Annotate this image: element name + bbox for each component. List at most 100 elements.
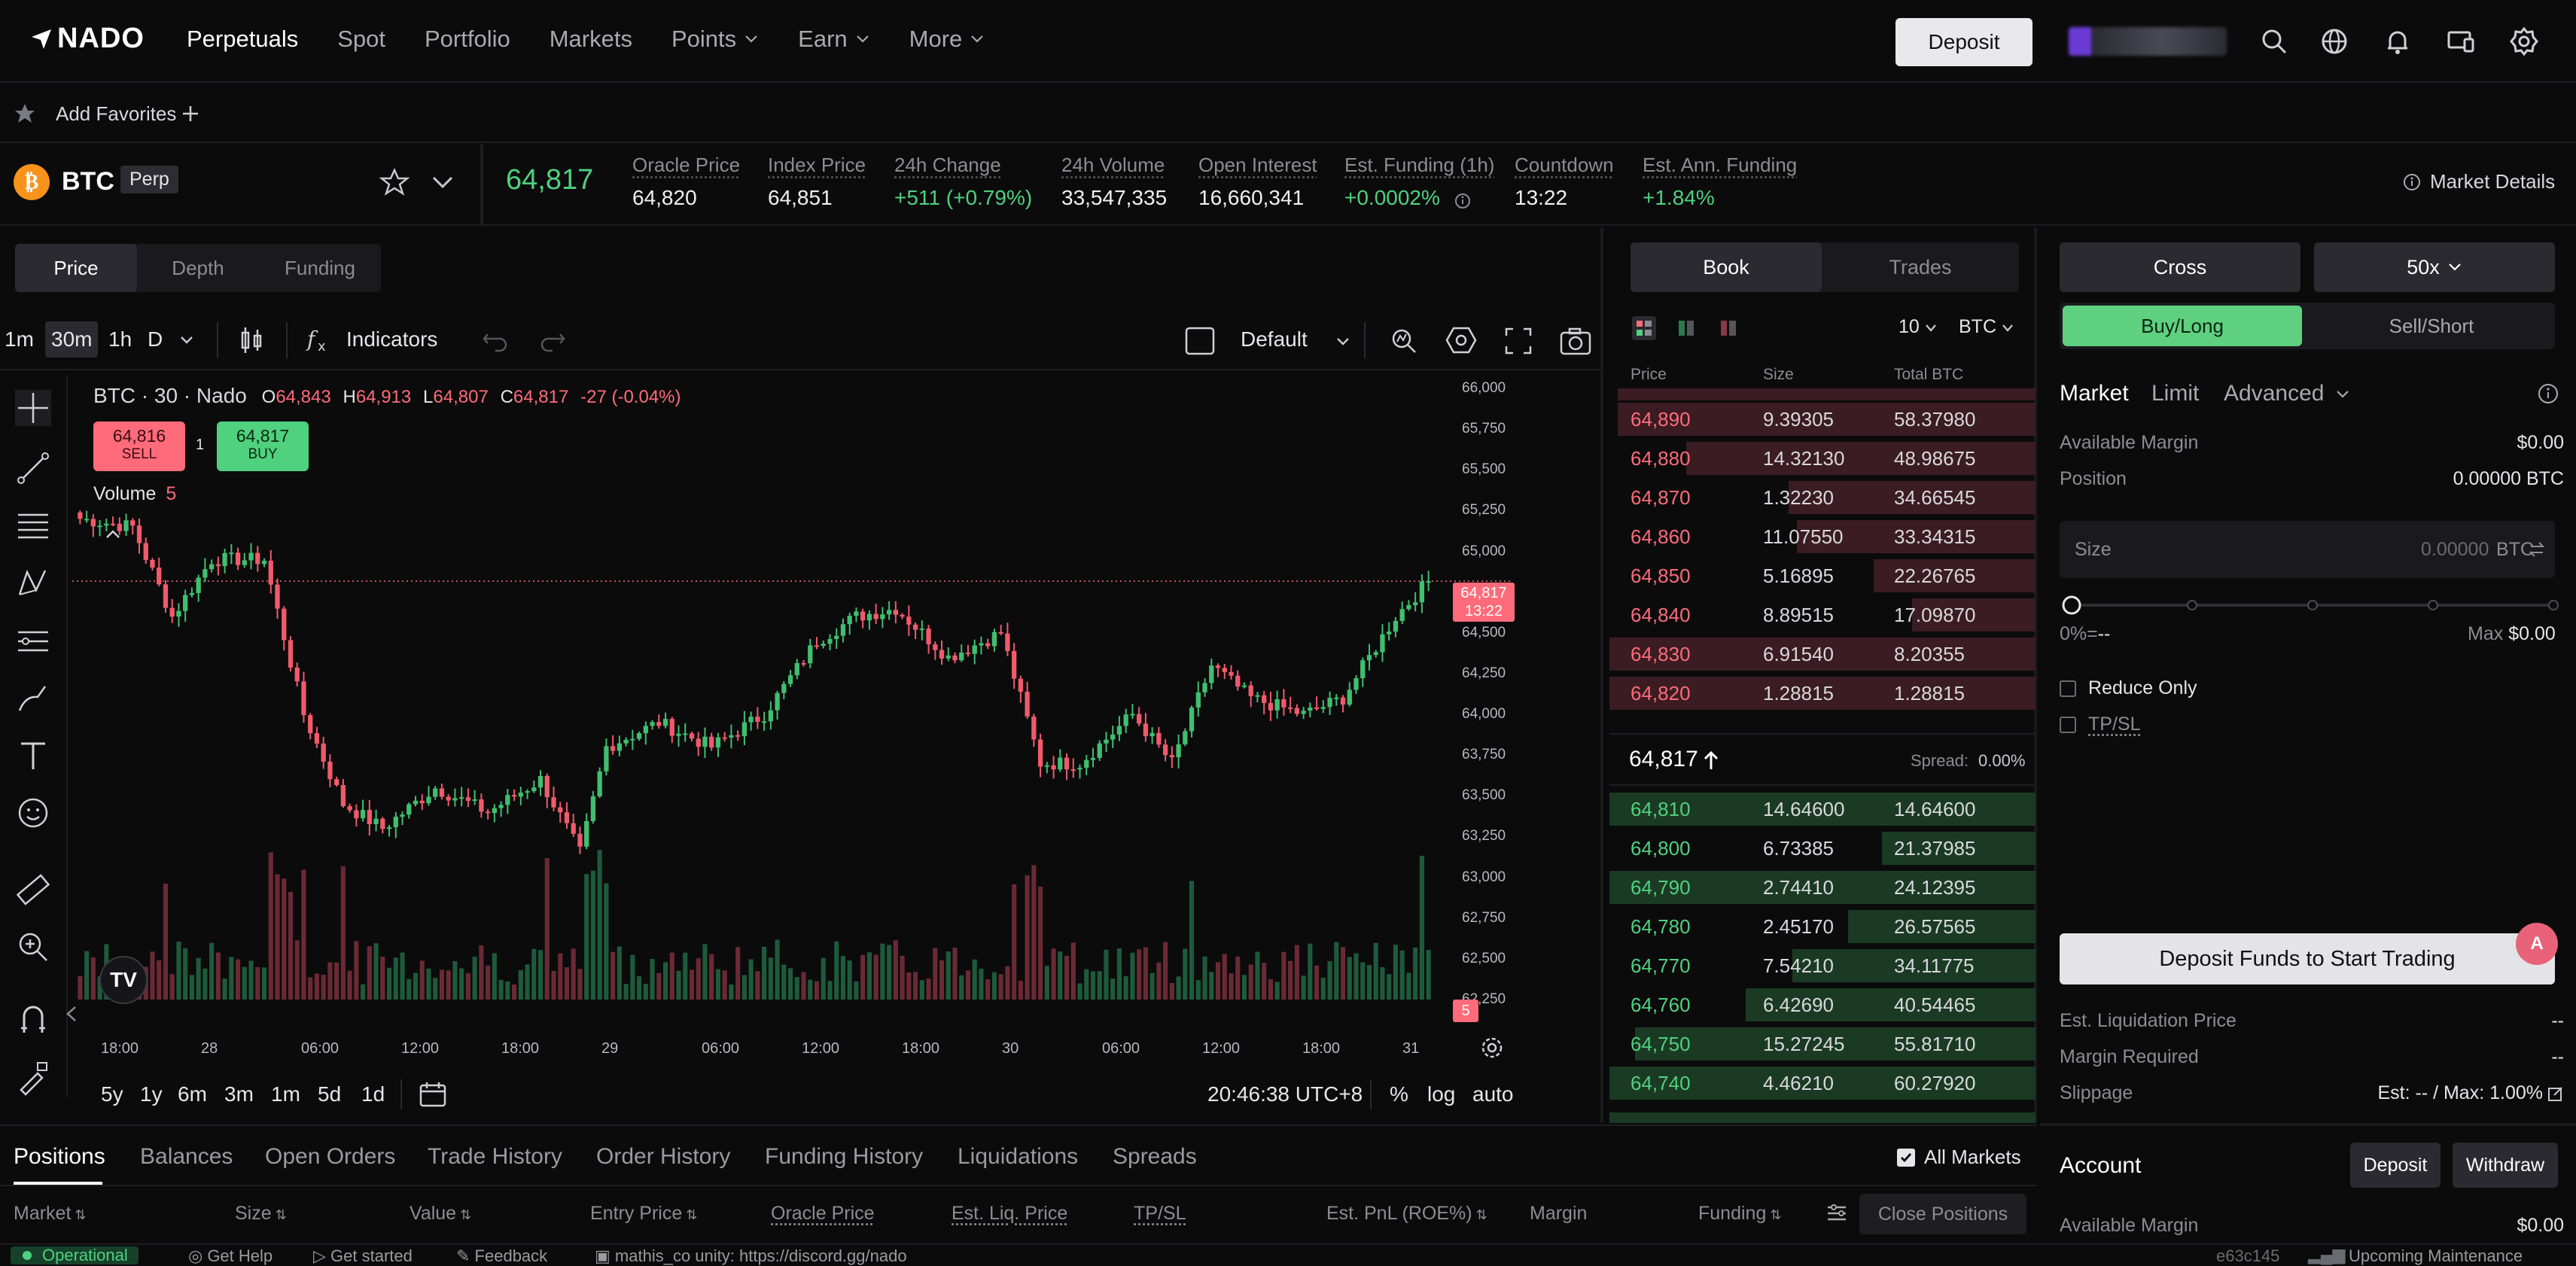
size-input[interactable]: Size 0.00000 BTC (2060, 521, 2555, 578)
indicators-button[interactable]: Indicators (346, 327, 437, 351)
redo-icon[interactable] (539, 328, 566, 352)
translate-widget-icon[interactable]: A (2516, 923, 2558, 965)
unit-chevron-icon[interactable] (2001, 322, 2014, 334)
tab-order-history[interactable]: Order History (596, 1144, 730, 1170)
sort-icon[interactable]: ⇅ (1766, 1207, 1781, 1222)
bid-row[interactable]: 64,780 2.45170 26.57565 (1609, 908, 2036, 945)
emoji-icon[interactable] (15, 795, 51, 831)
all-markets-checkbox[interactable]: All Markets (1897, 1146, 2021, 1169)
tab-book[interactable]: Book (1631, 242, 1822, 292)
tab-funding-history[interactable]: Funding History (765, 1144, 923, 1170)
reduce-only-box[interactable] (2060, 680, 2076, 697)
sort-icon[interactable]: ⇅ (456, 1207, 471, 1222)
sort-icon[interactable]: ⇅ (71, 1207, 86, 1222)
ask-row[interactable]: 64,870 1.32230 34.66545 (1609, 479, 2036, 516)
range-1y[interactable]: 1y (140, 1082, 163, 1106)
col-market[interactable]: Market ⇅ (14, 1203, 87, 1225)
account-deposit-button[interactable]: Deposit (2350, 1143, 2441, 1188)
percent-scale-toggle[interactable]: % (1390, 1082, 1408, 1106)
interval-1m[interactable]: 1m (5, 327, 34, 351)
edit-slippage-icon[interactable] (2547, 1085, 2564, 1102)
deposit-button[interactable]: Deposit (1895, 18, 2032, 66)
logo[interactable]: NADO (30, 23, 145, 55)
undo-icon[interactable] (482, 328, 509, 352)
wallet-address[interactable] (2069, 27, 2227, 56)
ruler-icon[interactable] (15, 872, 51, 908)
crosshair-icon[interactable] (15, 390, 51, 426)
gear-icon[interactable] (2508, 26, 2540, 57)
log-scale-toggle[interactable]: log (1427, 1082, 1455, 1106)
buy-long-button[interactable]: Buy/Long (2063, 306, 2302, 346)
range-5y[interactable]: 5y (101, 1082, 123, 1106)
layout-icon[interactable] (1185, 327, 1215, 355)
bid-row[interactable]: 64,790 2.74410 24.12395 (1609, 869, 2036, 906)
sort-icon[interactable]: ⇅ (682, 1207, 697, 1222)
range-5d[interactable]: 5d (318, 1082, 341, 1106)
interval-1h[interactable]: 1h (108, 327, 132, 351)
ask-row[interactable]: 64,880 14.32130 48.98675 (1609, 440, 2036, 477)
col-est-liq-price[interactable]: Est. Liq. Price (952, 1203, 1067, 1225)
tab-spreads[interactable]: Spreads (1113, 1144, 1197, 1170)
range-1m[interactable]: 1m (271, 1082, 300, 1106)
brush-icon[interactable] (15, 680, 51, 717)
filter-icon[interactable] (1825, 1201, 1849, 1225)
bid-row[interactable]: 64,810 14.64600 14.64600 (1609, 790, 2036, 828)
nav-spot[interactable]: Spot (337, 26, 385, 53)
ask-row[interactable]: 64,860 11.07550 33.34315 (1609, 518, 2036, 555)
size-slider[interactable] (2060, 595, 2564, 616)
ask-row[interactable]: 64,840 8.89515 17.09870 (1609, 596, 2036, 634)
col-est-pnl-roe[interactable]: Est. PnL (ROE%) ⇅ (1326, 1203, 1487, 1225)
col-margin[interactable]: Margin (1530, 1203, 1587, 1225)
indicators-icon[interactable]: fx (306, 325, 333, 355)
order-type-limit[interactable]: Limit (2151, 381, 2199, 406)
layout-select[interactable]: Default (1241, 327, 1308, 351)
all-markets-check-icon[interactable] (1897, 1148, 1915, 1167)
nav-markets[interactable]: Markets (550, 26, 632, 53)
slider-knob[interactable] (2062, 595, 2081, 615)
book-asks-icon[interactable] (1716, 316, 1740, 340)
swap-unit-icon[interactable] (2528, 540, 2546, 558)
book-both-icon[interactable] (1632, 316, 1656, 340)
margin-mode-button[interactable]: Cross (2060, 242, 2300, 292)
book-depth-select[interactable]: 10 (1899, 316, 1920, 338)
slider-stop[interactable] (2428, 600, 2438, 610)
interval-30m[interactable]: 30m (45, 321, 99, 358)
market-select-chevron-icon[interactable] (431, 173, 455, 191)
search-icon[interactable] (2258, 26, 2290, 57)
get-help-link[interactable]: ◎ Get Help (188, 1246, 273, 1266)
tab-trade-history[interactable]: Trade History (428, 1144, 562, 1170)
bid-row[interactable]: 64,750 15.27245 55.81710 (1609, 1025, 2036, 1063)
tab-liquidations[interactable]: Liquidations (958, 1144, 1078, 1170)
sort-icon[interactable]: ⇅ (272, 1207, 287, 1222)
scroll-left-icon[interactable] (65, 1004, 78, 1024)
quick-buy-button[interactable]: 64,817 BUY (217, 421, 309, 471)
globe-icon[interactable] (2319, 26, 2350, 57)
devices-icon[interactable] (2445, 26, 2477, 57)
layout-chevron-icon[interactable] (1335, 334, 1350, 349)
book-unit-select[interactable]: BTC (1959, 316, 1996, 338)
tab-open-orders[interactable]: Open Orders (265, 1144, 395, 1170)
chart-clock[interactable]: 20:46:38 UTC+8 (1207, 1082, 1363, 1106)
slider-stop[interactable] (2548, 600, 2559, 610)
trend-line-icon[interactable] (15, 450, 51, 486)
favorite-star-icon[interactable] (379, 167, 410, 197)
auto-scale-toggle[interactable]: auto (1472, 1082, 1514, 1106)
tab-trades[interactable]: Trades (1822, 242, 2019, 292)
status-operational[interactable]: Operational (11, 1246, 139, 1264)
slider-stop[interactable] (2187, 600, 2197, 610)
depth-chevron-icon[interactable] (1924, 322, 1938, 334)
tab-price[interactable]: Price (15, 244, 137, 292)
col-tp-sl[interactable]: TP/SL (1134, 1203, 1186, 1225)
leverage-button[interactable]: 50x (2314, 242, 2555, 292)
ask-row[interactable]: 64,830 6.91540 8.20355 (1609, 635, 2036, 673)
col-oracle-price[interactable]: Oracle Price (771, 1203, 875, 1225)
nav-more[interactable]: More (909, 26, 985, 53)
nav-earn[interactable]: Earn (798, 26, 869, 53)
deposit-cta-button[interactable]: Deposit Funds to Start Trading (2060, 933, 2555, 984)
zoom-in-icon[interactable] (15, 929, 51, 965)
order-info-icon[interactable] (2537, 382, 2559, 405)
bid-row[interactable]: 64,740 4.46210 60.27920 (1609, 1064, 2036, 1102)
tradingview-logo[interactable]: TV (99, 956, 148, 1004)
candle-type-icon[interactable] (238, 325, 265, 355)
get-started-link[interactable]: ▷ Get started (313, 1246, 413, 1266)
